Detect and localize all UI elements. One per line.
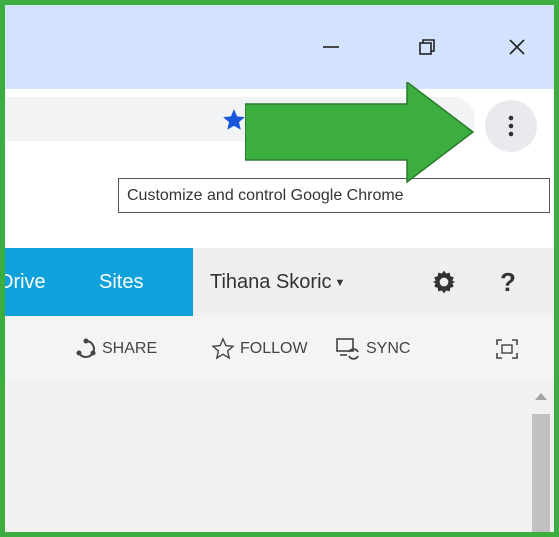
sync-button[interactable]: SYNC	[335, 334, 410, 364]
close-window-button[interactable]	[497, 27, 537, 67]
settings-button[interactable]	[427, 265, 461, 299]
minimize-icon	[323, 46, 339, 48]
follow-label: FOLLOW	[240, 340, 308, 357]
share-button[interactable]: SHARE	[75, 334, 157, 364]
chrome-menu-button[interactable]	[485, 100, 537, 152]
bookmark-star-button[interactable]	[221, 107, 247, 138]
vertical-scrollbar[interactable]	[528, 380, 554, 532]
close-icon	[509, 39, 525, 55]
focus-on-content-button[interactable]	[495, 334, 519, 364]
user-name: Tihana Skoric	[210, 271, 332, 293]
page-action-bar: SHARE FOLLOW SYNC	[5, 316, 554, 380]
caret-down-icon: ▼	[334, 276, 346, 289]
star-icon	[223, 109, 245, 130]
screenshot-frame: Customize and control Google Chrome Driv…	[0, 0, 559, 537]
sync-icon	[336, 338, 359, 360]
suitebar-onedrive-link[interactable]: Drive	[5, 248, 87, 316]
follow-button[interactable]: FOLLOW	[211, 334, 308, 364]
scroll-up-arrow-icon[interactable]	[535, 393, 547, 400]
scrollbar-thumb[interactable]	[532, 414, 550, 532]
restore-icon	[419, 39, 435, 55]
minimize-button[interactable]	[311, 27, 351, 67]
restore-button[interactable]	[407, 27, 447, 67]
help-button[interactable]: ?	[491, 265, 525, 299]
annotation-arrow	[245, 82, 475, 184]
sharepoint-suitebar: Drive Sites Tihana Skoric▼ ?	[5, 248, 554, 316]
browser-titlebar	[5, 5, 554, 89]
gear-icon	[432, 270, 456, 294]
page-content-area	[5, 380, 554, 532]
suitebar-sites-link[interactable]: Sites	[87, 248, 193, 316]
share-icon	[76, 338, 96, 358]
sync-label: SYNC	[366, 340, 411, 357]
share-label: SHARE	[102, 340, 158, 357]
star-outline-icon	[211, 337, 235, 360]
user-menu[interactable]: Tihana Skoric ▼	[210, 248, 345, 316]
three-dot-menu-icon	[508, 115, 514, 137]
focus-icon	[496, 339, 518, 359]
